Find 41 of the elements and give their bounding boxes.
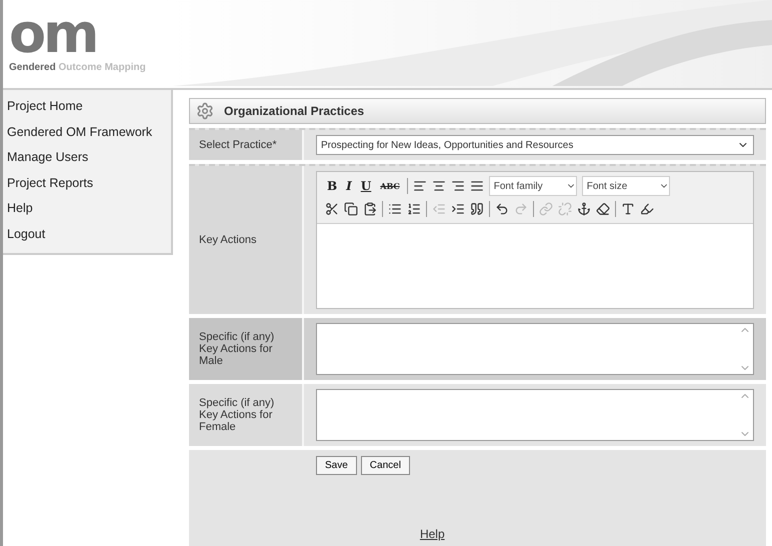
format-button[interactable]: B (325, 179, 340, 193)
highlighter-icon[interactable] (640, 202, 654, 216)
anchor-icon[interactable] (577, 202, 591, 216)
sidebar-link[interactable]: Manage Users (7, 145, 171, 170)
copy-icon[interactable] (344, 202, 358, 216)
field-label: Select Practice* (189, 130, 304, 160)
panel-title: Organizational Practices (223, 104, 364, 118)
practice-select[interactable]: Prospecting for New Ideas, Opportunities and Resources (316, 135, 754, 155)
indent-icon[interactable] (451, 202, 465, 216)
sidebar-link[interactable]: Gendered OM Framework (7, 120, 171, 145)
rich-text-editor[interactable]: B I U ABC Font family Font size (316, 171, 754, 309)
logo-tagline: Gendered Outcome Mapping (9, 62, 146, 73)
align-icon[interactable] (412, 179, 427, 193)
cut-icon[interactable] (325, 202, 339, 216)
field-label: Key Actions (189, 166, 304, 314)
save-button[interactable]: Save (316, 456, 357, 475)
bullet-list-icon[interactable] (388, 202, 402, 216)
eraser-icon[interactable] (596, 202, 610, 216)
align-icon[interactable] (450, 179, 465, 193)
cancel-button[interactable]: Cancel (360, 456, 410, 475)
logo-text: om (9, 6, 96, 62)
undo-icon[interactable] (495, 202, 509, 216)
format-button[interactable]: U (358, 179, 374, 193)
numbered-list-icon[interactable] (407, 202, 421, 216)
align-icon[interactable] (470, 179, 484, 193)
help-link[interactable]: Help (420, 527, 445, 541)
quote-icon[interactable] (470, 202, 484, 216)
format-button[interactable]: ABC (378, 181, 402, 191)
sidebar-link[interactable]: Help (7, 196, 171, 222)
field-label: Specific (if any) Key Actions for Female (189, 384, 304, 446)
text-color-icon[interactable] (621, 202, 635, 216)
align-icon[interactable] (432, 179, 446, 193)
gear-icon (196, 102, 214, 120)
format-button[interactable]: I (344, 179, 354, 193)
sidebar-link[interactable]: Logout (7, 222, 171, 247)
field-label: Specific (if any) Key Actions for Male (189, 318, 304, 380)
sidebar-link[interactable]: Project Reports (7, 170, 171, 196)
sidebar-link[interactable]: Project Home (7, 94, 171, 120)
font-size-select[interactable]: Font size (582, 176, 670, 196)
font-family-select[interactable]: Font family (488, 176, 577, 196)
paste-icon[interactable] (363, 202, 377, 216)
